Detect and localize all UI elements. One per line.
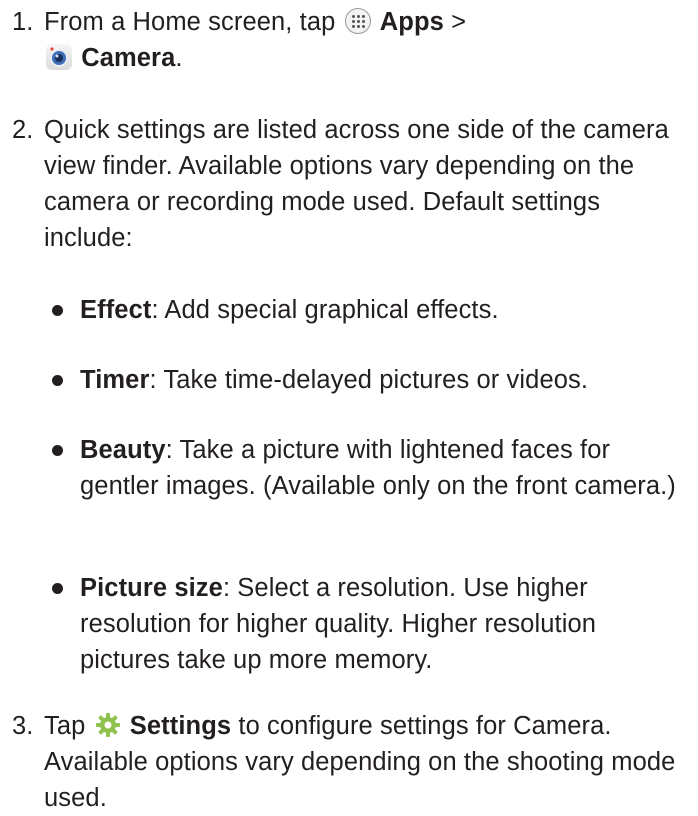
bullet-text: Timer: Take time-delayed pictures or vid… xyxy=(80,362,692,398)
step-1-text: From a Home screen, tap Apps > Camera. xyxy=(44,4,690,76)
bullet-dot xyxy=(52,445,63,456)
camera-icon xyxy=(46,44,72,70)
step-3-text: Tap Settings to configure settings for C… xyxy=(44,708,690,816)
step-number: 3. xyxy=(12,712,34,740)
apps-icon xyxy=(344,8,371,34)
bullet-term: Picture size xyxy=(80,574,223,602)
bullet-term: Beauty xyxy=(80,436,166,464)
step-number: 2. xyxy=(12,116,34,144)
camera-label: Camera xyxy=(81,44,176,72)
step-2-text: Quick settings are listed across one sid… xyxy=(44,116,669,252)
bullet-text: Beauty: Take a picture with lightened fa… xyxy=(80,432,692,504)
bullet-term: Effect xyxy=(80,296,152,324)
bullet-text: Picture size: Select a resolution. Use h… xyxy=(80,570,692,678)
bullet-dot xyxy=(52,375,63,386)
bullet-dot xyxy=(52,305,63,316)
bullet-dot xyxy=(52,583,63,594)
apps-label: Apps xyxy=(379,8,444,36)
period: . xyxy=(175,44,183,72)
arrow-separator: > xyxy=(443,8,467,36)
bullet-text: Effect: Add special graphical effects. xyxy=(80,292,692,328)
bullet-desc: : Add special graphical effects. xyxy=(151,296,499,324)
bullet-desc: : Take a picture with lightened faces fo… xyxy=(80,436,676,500)
bullet-desc: : Take time-delayed pictures or videos. xyxy=(149,366,589,394)
bullet-term: Timer xyxy=(80,366,150,394)
step-1-intro: From a Home screen, tap xyxy=(44,8,336,36)
step-number: 1. xyxy=(12,8,34,36)
gear-icon xyxy=(95,712,121,738)
settings-label: Settings xyxy=(129,712,232,740)
step-3-tap: Tap xyxy=(44,712,86,740)
document-page: 1. From a Home screen, tap Apps > Camera… xyxy=(0,0,698,812)
